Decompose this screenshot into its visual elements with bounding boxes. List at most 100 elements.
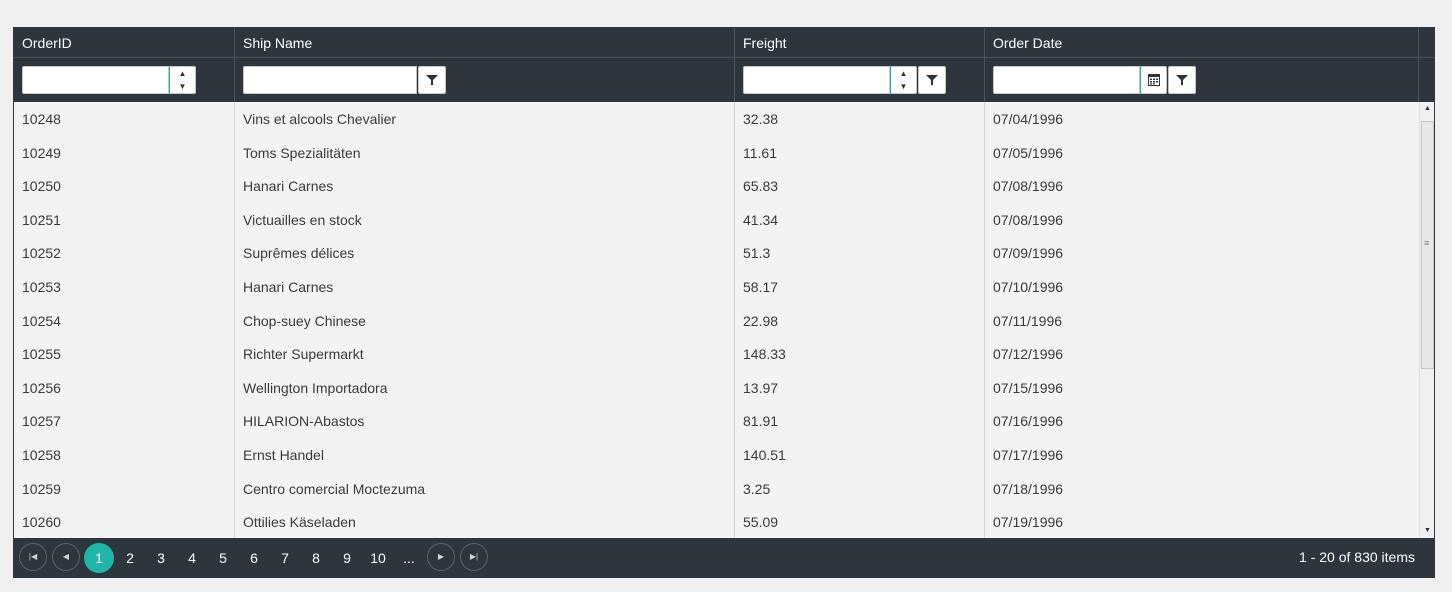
table-row[interactable]: 10260 Ottilies Käseladen 55.09 07/19/1996 xyxy=(14,505,1419,538)
table-row[interactable]: 10254 Chop-suey Chinese 22.98 07/11/1996 xyxy=(14,304,1419,338)
previous-page-icon: ◀ xyxy=(62,552,70,561)
cell-freight: 3.25 xyxy=(743,480,771,497)
filter-icon xyxy=(1176,75,1188,85)
cell-ship-name: Suprêmes délices xyxy=(243,245,355,262)
arrow-up-icon[interactable]: ▲ xyxy=(170,67,195,80)
cell-orderid: 10252 xyxy=(22,245,61,262)
table-row[interactable]: 10250 Hanari Carnes 65.83 07/08/1996 xyxy=(14,169,1419,203)
table-row[interactable]: 10256 Wellington Importadora 13.97 07/15/19… xyxy=(14,371,1419,405)
cell-freight: 22.98 xyxy=(743,312,779,329)
page-number-10[interactable]: 10 xyxy=(363,543,393,573)
orders-grid: OrderID Ship Name Freight Order Date ▲ ▼… xyxy=(13,27,1435,578)
last-page-button[interactable]: ▶| xyxy=(460,543,488,571)
cell-freight: 148.33 xyxy=(743,346,786,363)
cell-orderid: 10250 xyxy=(22,178,61,195)
cell-ship-name: Chop-suey Chinese xyxy=(243,312,366,329)
orderid-spinner[interactable]: ▲ ▼ xyxy=(169,66,196,94)
first-page-icon: |◀ xyxy=(28,552,38,561)
column-title-orderid: OrderID xyxy=(22,35,72,51)
previous-page-button[interactable]: ◀ xyxy=(52,543,80,571)
last-page-icon: ▶| xyxy=(469,552,479,561)
page-number-1[interactable]: 1 xyxy=(84,543,114,573)
page-number-7[interactable]: 7 xyxy=(270,543,300,573)
table-row[interactable]: 10252 Suprêmes délices 51.3 07/09/1996 xyxy=(14,236,1419,270)
cell-order-date: 07/05/1996 xyxy=(993,144,1064,161)
cell-order-date: 07/16/1996 xyxy=(993,413,1064,430)
column-divider xyxy=(234,102,235,538)
page-number-8[interactable]: 8 xyxy=(301,543,331,573)
cell-freight: 41.34 xyxy=(743,211,779,228)
arrow-down-icon[interactable]: ▼ xyxy=(170,80,195,93)
page-number-5[interactable]: 5 xyxy=(208,543,238,573)
table-row[interactable]: 10257 HILARION-Abastos 81.91 07/16/1996 xyxy=(14,404,1419,438)
cell-order-date: 07/04/1996 xyxy=(993,111,1064,127)
cell-ship-name: Centro comercial Moctezuma xyxy=(243,480,426,497)
page-number-4[interactable]: 4 xyxy=(177,543,207,573)
scroll-up-icon[interactable]: ▲ xyxy=(1420,102,1434,116)
vertical-scrollbar[interactable]: ▲ ≡ ▼ xyxy=(1419,102,1434,538)
date-picker-button[interactable] xyxy=(1140,66,1167,94)
pager-info: 1 - 20 of 830 items xyxy=(1299,549,1415,565)
page-number-6[interactable]: 6 xyxy=(239,543,269,573)
cell-ship-name: Richter Supermarkt xyxy=(243,346,364,363)
page-number-9[interactable]: 9 xyxy=(332,543,362,573)
cell-ship-name: Toms Spezialitäten xyxy=(243,144,361,161)
column-title-ship-name: Ship Name xyxy=(243,35,313,51)
arrow-up-icon[interactable]: ▲ xyxy=(891,67,916,80)
column-title-freight: Freight xyxy=(743,35,787,51)
cell-order-date: 07/11/1996 xyxy=(993,312,1063,329)
cell-order-date: 07/08/1996 xyxy=(993,211,1064,228)
freight-filter-button[interactable] xyxy=(918,66,946,94)
page-number-3[interactable]: 3 xyxy=(146,543,176,573)
table-row[interactable]: 10255 Richter Supermarkt 148.33 07/12/1996 xyxy=(14,337,1419,371)
cell-order-date: 07/09/1996 xyxy=(993,245,1064,262)
table-row[interactable]: 10259 Centro comercial Moctezuma 3.25 07/18… xyxy=(14,472,1419,506)
page-ellipsis[interactable]: ... xyxy=(394,543,424,573)
ship-name-filter-input[interactable] xyxy=(243,66,417,94)
grid-header: OrderID Ship Name Freight Order Date ▲ ▼… xyxy=(14,28,1434,102)
grid-body: 10248 Vins et alcools Chevalier 32.38 07/04… xyxy=(14,102,1419,538)
cell-orderid: 10248 xyxy=(22,111,61,127)
table-row[interactable]: 10258 Ernst Handel 140.51 07/17/1996 xyxy=(14,438,1419,472)
order-date-filter-input[interactable] xyxy=(993,66,1140,94)
cell-orderid: 10253 xyxy=(22,279,61,295)
table-row[interactable]: 10249 Toms Spezialitäten 11.61 07/05/1996 xyxy=(14,136,1419,170)
cell-freight: 32.38 xyxy=(743,111,779,127)
filter-icon xyxy=(926,75,938,85)
freight-spinner[interactable]: ▲ ▼ xyxy=(890,66,917,94)
cell-orderid: 10258 xyxy=(22,447,61,463)
cell-order-date: 07/19/1996 xyxy=(993,514,1064,531)
table-row[interactable]: 10251 Victuailles en stock 41.34 07/08/1996 xyxy=(14,203,1419,237)
cell-orderid: 10259 xyxy=(22,480,61,497)
scrollbar-thumb[interactable]: ≡ xyxy=(1421,121,1434,369)
grip-icon: ≡ xyxy=(1424,238,1430,248)
cell-orderid: 10251 xyxy=(22,211,61,228)
table-row[interactable]: 10248 Vins et alcools Chevalier 32.38 07/04… xyxy=(14,102,1419,136)
cell-ship-name: HILARION-Abastos xyxy=(243,413,365,430)
table-row[interactable]: 10253 Hanari Carnes 58.17 07/10/1996 xyxy=(14,270,1419,304)
arrow-down-icon[interactable]: ▼ xyxy=(891,80,916,93)
cell-ship-name: Victuailles en stock xyxy=(243,211,362,228)
cell-ship-name: Ottilies Käseladen xyxy=(243,514,356,531)
cell-freight: 11.61 xyxy=(743,144,777,161)
next-page-button[interactable]: ▶ xyxy=(427,543,455,571)
cell-ship-name: Hanari Carnes xyxy=(243,279,334,295)
next-page-icon: ▶ xyxy=(437,552,445,561)
first-page-button[interactable]: |◀ xyxy=(19,543,47,571)
calendar-icon xyxy=(1148,74,1160,86)
cell-order-date: 07/08/1996 xyxy=(993,178,1064,195)
column-divider xyxy=(734,102,735,538)
cell-order-date: 07/18/1996 xyxy=(993,480,1064,497)
orderid-filter-input[interactable] xyxy=(22,66,169,94)
cell-freight: 13.97 xyxy=(743,379,779,396)
order-date-filter-button[interactable] xyxy=(1168,66,1196,94)
freight-filter-input[interactable] xyxy=(743,66,890,94)
cell-freight: 65.83 xyxy=(743,178,779,195)
cell-orderid: 10255 xyxy=(22,346,61,363)
cell-ship-name: Vins et alcools Chevalier xyxy=(243,111,397,127)
scroll-down-icon[interactable]: ▼ xyxy=(1420,524,1434,538)
cell-order-date: 07/17/1996 xyxy=(993,447,1064,463)
ship-name-filter-button[interactable] xyxy=(418,66,446,94)
page-number-2[interactable]: 2 xyxy=(115,543,145,573)
column-divider xyxy=(984,102,985,538)
